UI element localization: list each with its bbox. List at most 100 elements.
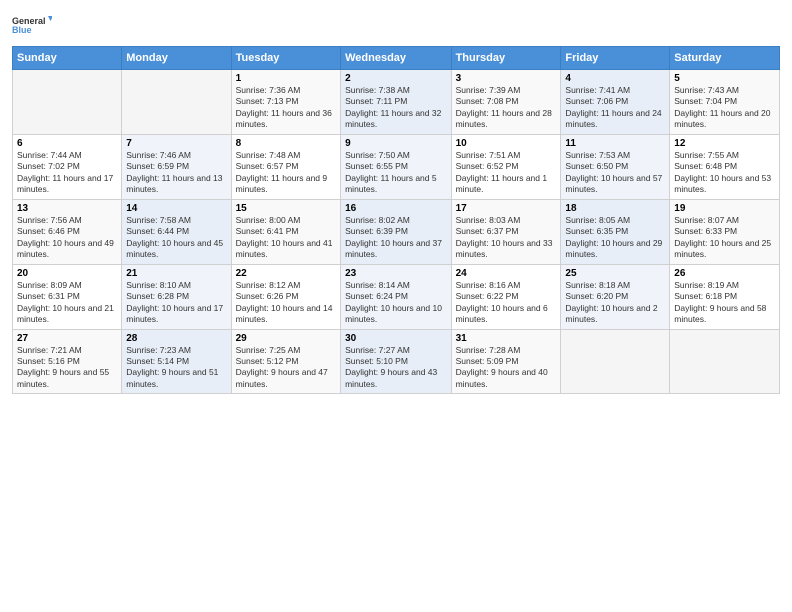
calendar-cell: 11Sunrise: 7:53 AMSunset: 6:50 PMDayligh…: [561, 134, 670, 199]
calendar-table: SundayMondayTuesdayWednesdayThursdayFrid…: [12, 46, 780, 394]
day-number: 13: [17, 203, 117, 214]
day-number: 14: [126, 203, 226, 214]
day-info: Sunrise: 7:56 AMSunset: 6:46 PMDaylight:…: [17, 215, 117, 261]
day-info: Sunrise: 8:18 AMSunset: 6:20 PMDaylight:…: [565, 280, 665, 326]
weekday-header-tuesday: Tuesday: [231, 47, 340, 70]
calendar-cell: 14Sunrise: 7:58 AMSunset: 6:44 PMDayligh…: [122, 199, 231, 264]
day-number: 9: [345, 138, 446, 149]
calendar-cell: 13Sunrise: 7:56 AMSunset: 6:46 PMDayligh…: [13, 199, 122, 264]
day-info: Sunrise: 8:02 AMSunset: 6:39 PMDaylight:…: [345, 215, 446, 261]
svg-text:Blue: Blue: [12, 25, 32, 35]
day-number: 22: [236, 268, 336, 279]
day-number: 12: [674, 138, 775, 149]
day-number: 31: [456, 333, 557, 344]
day-number: 2: [345, 73, 446, 84]
calendar-week-3: 13Sunrise: 7:56 AMSunset: 6:46 PMDayligh…: [13, 199, 780, 264]
day-number: 17: [456, 203, 557, 214]
day-info: Sunrise: 7:43 AMSunset: 7:04 PMDaylight:…: [674, 85, 775, 131]
day-info: Sunrise: 8:05 AMSunset: 6:35 PMDaylight:…: [565, 215, 665, 261]
calendar-cell: [13, 70, 122, 135]
calendar-cell: 30Sunrise: 7:27 AMSunset: 5:10 PMDayligh…: [341, 329, 451, 394]
day-number: 10: [456, 138, 557, 149]
calendar-cell: 15Sunrise: 8:00 AMSunset: 6:41 PMDayligh…: [231, 199, 340, 264]
day-number: 16: [345, 203, 446, 214]
weekday-header-monday: Monday: [122, 47, 231, 70]
day-number: 24: [456, 268, 557, 279]
weekday-header-sunday: Sunday: [13, 47, 122, 70]
day-info: Sunrise: 7:55 AMSunset: 6:48 PMDaylight:…: [674, 150, 775, 196]
day-number: 19: [674, 203, 775, 214]
day-info: Sunrise: 8:09 AMSunset: 6:31 PMDaylight:…: [17, 280, 117, 326]
logo-svg: General Blue: [12, 10, 52, 40]
day-number: 1: [236, 73, 336, 84]
day-info: Sunrise: 8:03 AMSunset: 6:37 PMDaylight:…: [456, 215, 557, 261]
header: General Blue: [12, 10, 780, 40]
logo: General Blue: [12, 10, 56, 40]
day-info: Sunrise: 8:14 AMSunset: 6:24 PMDaylight:…: [345, 280, 446, 326]
day-info: Sunrise: 7:48 AMSunset: 6:57 PMDaylight:…: [236, 150, 336, 196]
calendar-cell: 8Sunrise: 7:48 AMSunset: 6:57 PMDaylight…: [231, 134, 340, 199]
day-info: Sunrise: 7:39 AMSunset: 7:08 PMDaylight:…: [456, 85, 557, 131]
calendar-cell: 6Sunrise: 7:44 AMSunset: 7:02 PMDaylight…: [13, 134, 122, 199]
day-number: 25: [565, 268, 665, 279]
calendar-cell: 22Sunrise: 8:12 AMSunset: 6:26 PMDayligh…: [231, 264, 340, 329]
day-info: Sunrise: 7:58 AMSunset: 6:44 PMDaylight:…: [126, 215, 226, 261]
day-info: Sunrise: 8:19 AMSunset: 6:18 PMDaylight:…: [674, 280, 775, 326]
calendar-cell: 9Sunrise: 7:50 AMSunset: 6:55 PMDaylight…: [341, 134, 451, 199]
calendar-week-1: 1Sunrise: 7:36 AMSunset: 7:13 PMDaylight…: [13, 70, 780, 135]
calendar-cell: 27Sunrise: 7:21 AMSunset: 5:16 PMDayligh…: [13, 329, 122, 394]
weekday-header-wednesday: Wednesday: [341, 47, 451, 70]
day-number: 27: [17, 333, 117, 344]
day-info: Sunrise: 7:25 AMSunset: 5:12 PMDaylight:…: [236, 345, 336, 391]
calendar-week-5: 27Sunrise: 7:21 AMSunset: 5:16 PMDayligh…: [13, 329, 780, 394]
weekday-header-saturday: Saturday: [670, 47, 780, 70]
day-number: 20: [17, 268, 117, 279]
day-number: 18: [565, 203, 665, 214]
calendar-cell: 24Sunrise: 8:16 AMSunset: 6:22 PMDayligh…: [451, 264, 561, 329]
day-info: Sunrise: 7:23 AMSunset: 5:14 PMDaylight:…: [126, 345, 226, 391]
svg-text:General: General: [12, 16, 46, 26]
day-info: Sunrise: 7:28 AMSunset: 5:09 PMDaylight:…: [456, 345, 557, 391]
day-number: 30: [345, 333, 446, 344]
day-info: Sunrise: 7:51 AMSunset: 6:52 PMDaylight:…: [456, 150, 557, 196]
calendar-cell: 4Sunrise: 7:41 AMSunset: 7:06 PMDaylight…: [561, 70, 670, 135]
calendar-cell: 17Sunrise: 8:03 AMSunset: 6:37 PMDayligh…: [451, 199, 561, 264]
weekday-header-friday: Friday: [561, 47, 670, 70]
calendar-cell: 25Sunrise: 8:18 AMSunset: 6:20 PMDayligh…: [561, 264, 670, 329]
day-info: Sunrise: 8:16 AMSunset: 6:22 PMDaylight:…: [456, 280, 557, 326]
weekday-header-row: SundayMondayTuesdayWednesdayThursdayFrid…: [13, 47, 780, 70]
day-number: 4: [565, 73, 665, 84]
calendar-cell: 21Sunrise: 8:10 AMSunset: 6:28 PMDayligh…: [122, 264, 231, 329]
calendar-week-2: 6Sunrise: 7:44 AMSunset: 7:02 PMDaylight…: [13, 134, 780, 199]
calendar-cell: 29Sunrise: 7:25 AMSunset: 5:12 PMDayligh…: [231, 329, 340, 394]
calendar-cell: 10Sunrise: 7:51 AMSunset: 6:52 PMDayligh…: [451, 134, 561, 199]
calendar-cell: 16Sunrise: 8:02 AMSunset: 6:39 PMDayligh…: [341, 199, 451, 264]
weekday-header-thursday: Thursday: [451, 47, 561, 70]
day-info: Sunrise: 7:21 AMSunset: 5:16 PMDaylight:…: [17, 345, 117, 391]
calendar-cell: [122, 70, 231, 135]
calendar-cell: 2Sunrise: 7:38 AMSunset: 7:11 PMDaylight…: [341, 70, 451, 135]
day-number: 11: [565, 138, 665, 149]
calendar-cell: 5Sunrise: 7:43 AMSunset: 7:04 PMDaylight…: [670, 70, 780, 135]
day-info: Sunrise: 7:38 AMSunset: 7:11 PMDaylight:…: [345, 85, 446, 131]
day-number: 3: [456, 73, 557, 84]
day-number: 7: [126, 138, 226, 149]
day-info: Sunrise: 8:12 AMSunset: 6:26 PMDaylight:…: [236, 280, 336, 326]
calendar-cell: [670, 329, 780, 394]
day-number: 5: [674, 73, 775, 84]
day-info: Sunrise: 7:36 AMSunset: 7:13 PMDaylight:…: [236, 85, 336, 131]
calendar-cell: 7Sunrise: 7:46 AMSunset: 6:59 PMDaylight…: [122, 134, 231, 199]
calendar-cell: 26Sunrise: 8:19 AMSunset: 6:18 PMDayligh…: [670, 264, 780, 329]
day-number: 23: [345, 268, 446, 279]
calendar-cell: 19Sunrise: 8:07 AMSunset: 6:33 PMDayligh…: [670, 199, 780, 264]
calendar-cell: 28Sunrise: 7:23 AMSunset: 5:14 PMDayligh…: [122, 329, 231, 394]
day-number: 15: [236, 203, 336, 214]
day-number: 8: [236, 138, 336, 149]
day-number: 29: [236, 333, 336, 344]
day-info: Sunrise: 7:44 AMSunset: 7:02 PMDaylight:…: [17, 150, 117, 196]
day-info: Sunrise: 7:41 AMSunset: 7:06 PMDaylight:…: [565, 85, 665, 131]
day-info: Sunrise: 8:00 AMSunset: 6:41 PMDaylight:…: [236, 215, 336, 261]
day-info: Sunrise: 8:10 AMSunset: 6:28 PMDaylight:…: [126, 280, 226, 326]
day-number: 6: [17, 138, 117, 149]
calendar-cell: 23Sunrise: 8:14 AMSunset: 6:24 PMDayligh…: [341, 264, 451, 329]
